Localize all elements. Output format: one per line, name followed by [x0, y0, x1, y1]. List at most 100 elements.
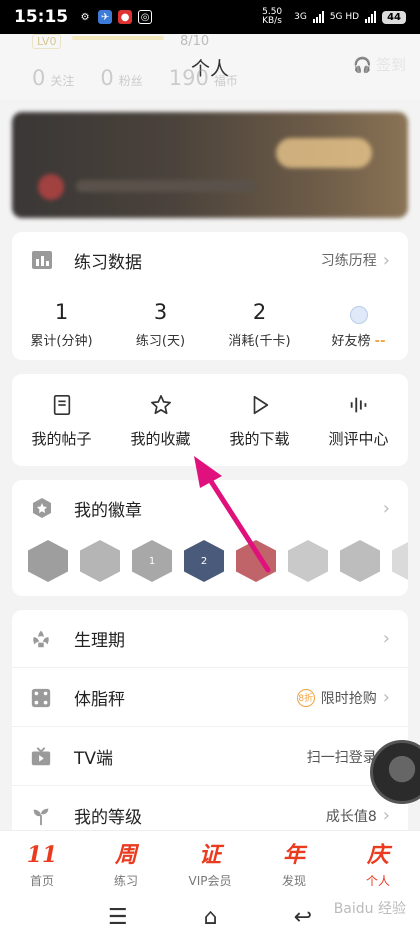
bar-chart-icon	[32, 251, 52, 269]
vip-icon: 证	[198, 842, 221, 868]
practice-stats: 1 累计(分钟) 3 练习(天) 2 消耗(千卡) 好友榜 --	[12, 300, 408, 349]
badge-item[interactable]	[80, 540, 120, 582]
stat-label: 消耗(千卡)	[228, 334, 291, 349]
badges-title: 我的徽章	[74, 500, 142, 521]
stat-friend-ranking[interactable]: 好友榜 --	[309, 300, 408, 349]
my-downloads-button[interactable]: 我的下载	[210, 374, 309, 466]
star-icon	[150, 395, 171, 415]
shortcuts-card: 我的帖子 我的收藏 我的下载 测评中心	[12, 374, 408, 466]
badge-item[interactable]	[236, 540, 276, 582]
menu-list-card: 生理期 › 体脂秤 8折 限时抢购 › TV端 扫一扫登录 › 我的等级 成长值…	[12, 610, 408, 850]
shortcut-label: 我的帖子	[31, 430, 92, 448]
profile-header: LV0 8/10 个人 0 关注 0 粉丝 190 福币 🎧 签到	[0, 34, 420, 100]
discover-icon: 年	[282, 842, 305, 868]
menu-item-tv[interactable]: TV端 扫一扫登录 ›	[12, 728, 408, 786]
tab-discover[interactable]: 年 发现	[252, 831, 336, 894]
menu-item-title: 生理期	[74, 631, 125, 651]
app-notification-icon: ◎	[138, 10, 153, 24]
tab-home[interactable]: 11 首页	[0, 831, 84, 894]
chevron-right-icon: ›	[382, 687, 390, 708]
friend-avatar-icon	[349, 306, 368, 324]
my-favorites-button[interactable]: 我的收藏	[111, 374, 210, 466]
tab-profile[interactable]: 庆 个人	[336, 831, 420, 894]
tab-vip[interactable]: 证 VIP会员	[168, 831, 252, 894]
tab-label: 首页	[29, 874, 54, 888]
badges-more[interactable]: ›	[383, 498, 390, 519]
stat-total-minutes[interactable]: 1 累计(分钟)	[12, 300, 111, 349]
tab-label: VIP会员	[188, 874, 232, 888]
menu-item-hint: 扫一扫登录	[306, 749, 377, 766]
network-type-2: 5G HD	[329, 12, 360, 22]
menu-icon[interactable]: ☰	[108, 905, 128, 930]
chevron-right-icon: ›	[382, 805, 390, 826]
net-speed: 5.50 KB/s	[262, 7, 283, 26]
settings-icon: ⚙	[80, 11, 90, 23]
stat-label: 好友榜	[331, 334, 371, 349]
shortcut-label: 我的收藏	[130, 430, 191, 448]
discount-badge: 8折	[296, 688, 315, 707]
stat-value: 1	[54, 300, 69, 324]
badges-card: 我的徽章 › 12	[12, 480, 408, 596]
shortcut-label: 测评中心	[328, 430, 389, 448]
level-progress-text: 8/10	[180, 34, 210, 49]
back-icon[interactable]: ↩	[294, 905, 312, 930]
chevron-right-icon: ›	[382, 497, 390, 519]
menu-item-title: TV端	[74, 749, 114, 769]
stat-practice-days[interactable]: 3 练习(天)	[111, 300, 210, 349]
bottom-nav: 11 首页 周 练习 证 VIP会员 年 发现 庆 个人	[0, 830, 420, 894]
play-icon	[253, 395, 268, 415]
headset-icon: 🎧	[353, 55, 372, 74]
badge-item[interactable]	[392, 540, 408, 582]
badge-item[interactable]: 2	[184, 540, 224, 582]
friend-rank-value: --	[374, 334, 386, 349]
signin-button[interactable]: 🎧 签到	[353, 54, 406, 75]
tab-label: 个人	[365, 874, 390, 888]
tv-icon	[31, 746, 51, 765]
banner-icon	[38, 174, 64, 200]
practice-data-header[interactable]: 练习数据 习练历程 ›	[12, 232, 408, 288]
banner-button[interactable]	[276, 138, 372, 168]
badge-item[interactable]: 1	[132, 540, 172, 582]
assessment-center-button[interactable]: 测评中心	[309, 374, 408, 466]
stat-fans[interactable]: 0 粉丝	[100, 66, 142, 90]
profile-icon: 庆	[366, 842, 389, 868]
stat-value: 2	[252, 300, 267, 324]
history-link-label: 习练历程	[320, 253, 377, 269]
stat-following[interactable]: 0 关注	[32, 66, 74, 90]
badge-item[interactable]	[288, 540, 328, 582]
scale-icon	[31, 688, 51, 707]
flower-icon	[33, 630, 49, 647]
menu-item-hint: 成长值8	[325, 808, 377, 825]
document-icon	[53, 395, 70, 415]
badge-icon	[33, 498, 51, 518]
airplane-icon: ✈	[98, 10, 113, 24]
practice-data-title: 练习数据	[74, 252, 142, 273]
menu-item-period[interactable]: 生理期 ›	[12, 610, 408, 668]
promo-banner[interactable]	[12, 112, 408, 218]
menu-item-body-fat-scale[interactable]: 体脂秤 8折 限时抢购 ›	[12, 669, 408, 727]
chevron-right-icon: ›	[382, 249, 390, 271]
practice-data-card: 练习数据 习练历程 › 1 累计(分钟) 3 练习(天) 2 消耗(千卡) 好友…	[12, 232, 408, 360]
menu-item-title: 体脂秤	[74, 690, 125, 710]
home-icon: 11	[26, 842, 58, 868]
signal-icon	[365, 11, 377, 23]
my-posts-button[interactable]: 我的帖子	[12, 374, 111, 466]
badges-header[interactable]: 我的徽章 ›	[12, 480, 408, 536]
history-link[interactable]: 习练历程 ›	[321, 250, 390, 271]
status-bar: 15:15 ⚙ ✈ ● ◎ 5.50 KB/s 3G 5G HD 44	[0, 0, 420, 34]
stat-label: 练习(天)	[135, 334, 186, 349]
status-time: 15:15	[14, 7, 69, 27]
tab-label: 发现	[281, 874, 306, 888]
stat-label: 累计(分钟)	[30, 334, 93, 349]
stat-calories[interactable]: 2 消耗(千卡)	[210, 300, 309, 349]
badge-item[interactable]	[28, 540, 68, 582]
level-badge: LV0	[32, 34, 62, 49]
tab-practice[interactable]: 周 练习	[84, 831, 168, 894]
stat-coins[interactable]: 190 福币	[169, 66, 238, 90]
menu-item-title: 我的等级	[74, 808, 142, 828]
home-button-icon[interactable]: ⌂	[204, 905, 218, 930]
follow-stats: 0 关注 0 粉丝 190 福币	[32, 66, 238, 90]
badge-item[interactable]	[340, 540, 380, 582]
banner-text-placeholder	[76, 180, 256, 192]
menu-item-hint: 限时抢购	[320, 690, 377, 707]
